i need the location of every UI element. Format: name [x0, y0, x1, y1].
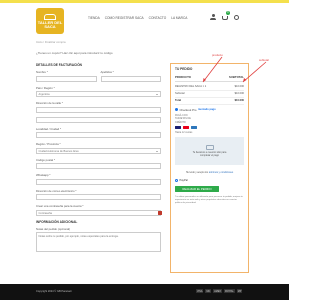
footer-mercadopago-icon: MP	[236, 289, 243, 293]
footer-copyright: Copyright 2024 © GB Paranaci	[36, 290, 72, 293]
annotation-arrow-b	[242, 61, 267, 83]
checkout-page: TALLER DEL SACA TIENDA COMO REGISTRAR SA…	[0, 0, 289, 300]
footer-amex-icon: AMEX	[213, 289, 222, 293]
site-footer: Copyright 2024 © GB Paranaci VISA MC AME…	[0, 284, 289, 300]
footer-payment-logos: VISA MC AMEX PAYPAL MP	[196, 289, 243, 293]
annotation-arrow-a	[202, 56, 223, 83]
annotation-arrowhead-b	[243, 78, 247, 82]
footer-visa-icon: VISA	[196, 289, 204, 293]
footer-paypal-icon: PAYPAL	[223, 289, 235, 293]
footer-mastercard-icon: MC	[205, 289, 212, 293]
annotation-arrows	[202, 56, 267, 83]
